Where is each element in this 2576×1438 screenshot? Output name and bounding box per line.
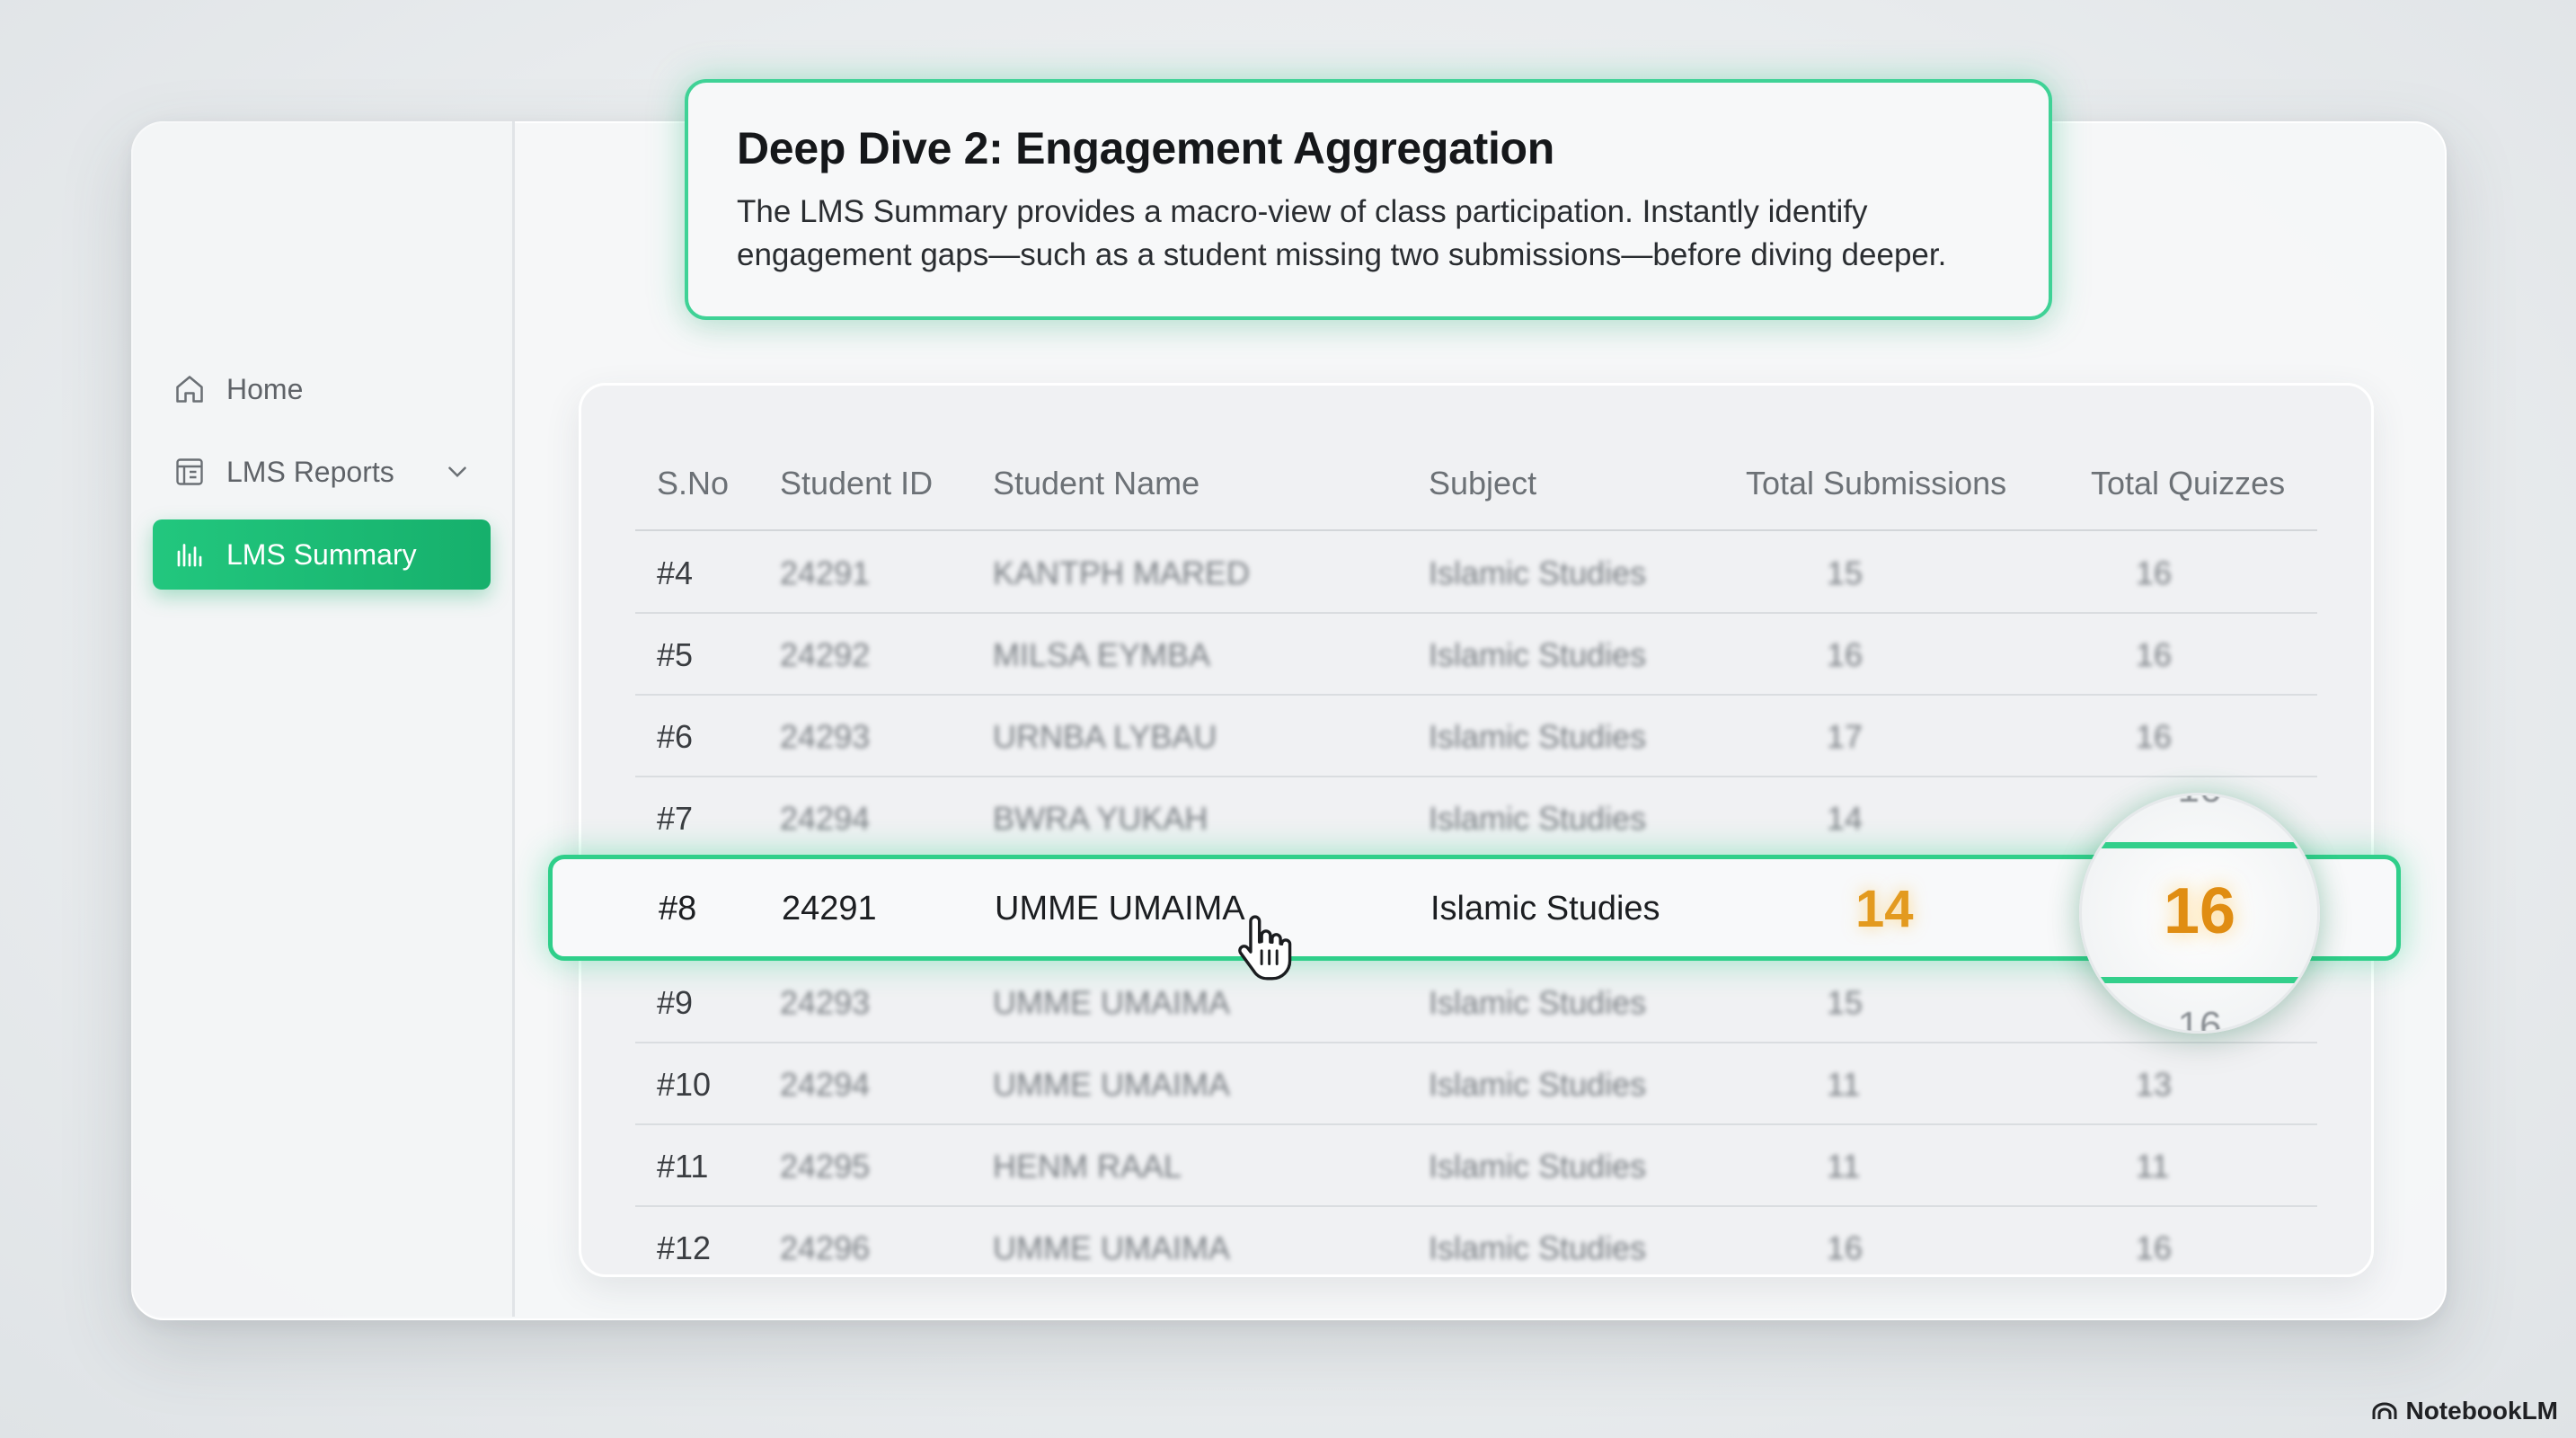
cell-sno: #4 (657, 555, 694, 591)
table-row[interactable]: #9 24293 UMME UMAIMA Islamic Studies 15 (635, 961, 2317, 1043)
table-row[interactable]: #4 24291 KANTPH MARED Islamic Studies 15… (635, 531, 2317, 614)
header-subject[interactable]: Subject (1429, 465, 1536, 502)
table-row[interactable]: #11 24295 HENM RAAL Islamic Studies 11 1… (635, 1124, 2317, 1207)
report-icon (173, 455, 207, 489)
cell-subject: Islamic Studies (1429, 718, 1647, 755)
cell-student-id: 24291 (782, 890, 877, 928)
brand-watermark: NotebookLM (2371, 1397, 2558, 1425)
cell-student-name: UMME UMAIMA (993, 984, 1230, 1021)
cell-sno: #11 (657, 1148, 709, 1185)
callout-card: Deep Dive 2: Engagement Aggregation The … (685, 79, 2052, 320)
cell-submissions: 11 (1827, 1148, 1861, 1185)
cell-sno: #10 (657, 1066, 712, 1103)
cell-quizzes: 16 (2136, 636, 2173, 673)
cell-submissions-highlight: 14 (1855, 880, 1914, 938)
magnifier-ghost-below: 16 (2177, 1004, 2222, 1034)
cell-student-name: UMME UMAIMA (993, 1229, 1230, 1266)
cell-student-id: 24294 (780, 1066, 871, 1103)
header-total-quizzes[interactable]: Total Quizzes (2091, 465, 2285, 502)
cell-sno: #7 (657, 800, 694, 837)
cell-submissions: 17 (1827, 718, 1863, 755)
cell-quizzes: 16 (2136, 555, 2173, 591)
cell-submissions: 15 (1827, 555, 1863, 591)
cell-submissions: 11 (1827, 1066, 1861, 1103)
sidebar (131, 121, 515, 1317)
cell-subject: Islamic Studies (1429, 984, 1647, 1021)
header-sno[interactable]: S.No (657, 465, 729, 502)
cell-quizzes: 13 (2136, 1066, 2173, 1103)
cell-student-id: 24294 (780, 800, 871, 837)
header-student-id[interactable]: Student ID (780, 465, 933, 502)
cell-subject: Islamic Studies (1429, 555, 1647, 591)
sidebar-item-lms-summary[interactable]: LMS Summary (153, 519, 491, 590)
callout-title: Deep Dive 2: Engagement Aggregation (737, 123, 1555, 173)
sidebar-item-label: Home (226, 372, 304, 405)
bar-chart-icon (173, 537, 207, 572)
cell-quizzes: 16 (2136, 1229, 2173, 1266)
cell-sno: #5 (657, 636, 694, 673)
cell-sno: #8 (659, 890, 697, 928)
magnifier-band-top (2082, 842, 2317, 848)
header-student-name[interactable]: Student Name (993, 465, 1199, 502)
cell-sno: #9 (657, 984, 694, 1021)
table-row[interactable]: #5 24292 MILSA EYMBA Islamic Studies 16 … (635, 613, 2317, 696)
cell-student-id: 24296 (780, 1229, 871, 1266)
sidebar-item-lms-reports[interactable]: LMS Reports (153, 437, 491, 507)
cell-student-name: HENM RAAL (993, 1148, 1182, 1185)
sidebar-item-label: LMS Summary (226, 537, 417, 571)
magnified-quizzes-value: 16 (2163, 875, 2236, 947)
cell-subject: Islamic Studies (1429, 636, 1647, 673)
sidebar-item-home[interactable]: Home (153, 354, 491, 424)
notebooklm-logo-icon (2372, 1402, 2397, 1419)
magnifier-lens: 16 16 16 (2079, 793, 2320, 1034)
cell-submissions: 14 (1827, 800, 1863, 837)
brand-name: NotebookLM (2405, 1397, 2558, 1425)
chevron-down-icon[interactable] (442, 457, 473, 487)
cell-submissions: 16 (1827, 1229, 1863, 1266)
hand-cursor-icon (1235, 911, 1297, 981)
cell-student-name: MILSA EYMBA (993, 636, 1211, 673)
cell-sno: #12 (657, 1229, 712, 1266)
table-row[interactable]: #12 24296 UMME UMAIMA Islamic Studies 16… (635, 1206, 2317, 1274)
table-row[interactable]: #6 24293 URNBA LYBAU Islamic Studies 17 … (635, 695, 2317, 777)
callout-text-line-1: The LMS Summary provides a macro-view of… (737, 194, 1868, 229)
cell-submissions: 15 (1827, 984, 1863, 1021)
magnifier-band-bottom (2082, 977, 2317, 983)
cell-student-id: 24291 (780, 555, 871, 591)
cell-subject: Islamic Studies (1429, 800, 1647, 837)
header-total-submissions[interactable]: Total Submissions (1746, 465, 2006, 502)
cell-subject: Islamic Studies (1429, 1229, 1647, 1266)
cell-quizzes: 11 (2136, 1148, 2170, 1185)
cell-subject: Islamic Studies (1429, 1148, 1647, 1185)
cell-student-id: 24293 (780, 984, 871, 1021)
cell-sno: #6 (657, 718, 694, 755)
table-row[interactable]: #7 24294 BWRA YUKAH Islamic Studies 14 (635, 777, 2317, 859)
summary-table: S.No Student ID Student Name Subject Tot… (579, 383, 2374, 1277)
callout-text-line-2: engagement gaps—such as a student missin… (737, 237, 1947, 272)
cell-student-id: 24295 (780, 1148, 871, 1185)
cell-student-id: 24293 (780, 718, 871, 755)
home-icon (173, 372, 207, 406)
cell-quizzes: 16 (2136, 718, 2173, 755)
cell-subject: Islamic Studies (1429, 1066, 1647, 1103)
cell-student-name: URNBA LYBAU (993, 718, 1217, 755)
cell-student-name: UMME UMAIMA (995, 890, 1245, 928)
cell-student-name: BWRA YUKAH (993, 800, 1208, 837)
cell-student-name: UMME UMAIMA (993, 1066, 1230, 1103)
magnifier-ghost-above: 16 (2082, 795, 2317, 812)
cell-student-name: KANTPH MARED (993, 555, 1251, 591)
cell-subject: Islamic Studies (1430, 890, 1660, 928)
table-row[interactable]: #10 24294 UMME UMAIMA Islamic Studies 11… (635, 1043, 2317, 1125)
cell-student-id: 24292 (780, 636, 871, 673)
cell-submissions: 16 (1827, 636, 1863, 673)
sidebar-item-label: LMS Reports (226, 455, 394, 488)
